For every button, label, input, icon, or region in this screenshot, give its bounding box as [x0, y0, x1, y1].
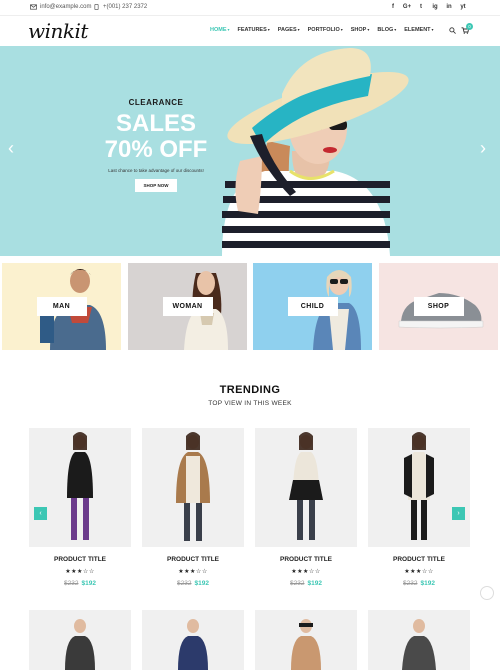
product-image[interactable]	[255, 610, 357, 670]
top-bar: info@example.com +(001) 237 2372 f G+ t …	[0, 0, 500, 16]
prev-slide-icon[interactable]: ‹	[8, 138, 14, 159]
nav-item-portfolio[interactable]: PORTFOLIO▾	[308, 27, 343, 33]
main-nav: HOME▾ FEATURES▾ PAGES▾ PORTFOLIO▾ SHOP▾ …	[210, 27, 434, 33]
product-new-price: $192	[194, 580, 209, 587]
product-card[interactable]: PRODUCT TITLE ★★★☆☆ $232 $192	[142, 428, 244, 587]
category-woman-label: WOMAN	[162, 297, 213, 316]
product-price: $232 $192	[29, 580, 131, 587]
category-man-label: MAN	[36, 297, 87, 316]
hero-model-image	[222, 48, 409, 256]
chevron-right-icon: ›	[457, 510, 460, 517]
product-title[interactable]: PRODUCT TITLE	[142, 556, 244, 563]
social-links: f G+ t ig in yt	[386, 3, 470, 12]
product-image[interactable]	[29, 428, 131, 547]
category-child[interactable]: CHILD	[253, 263, 372, 350]
cart-count-badge: 0	[466, 23, 473, 30]
product-image[interactable]	[255, 428, 357, 547]
category-woman[interactable]: WOMAN	[128, 263, 247, 350]
nav-item-shop[interactable]: SHOP▾	[351, 27, 370, 33]
nav-item-features[interactable]: FEATURES▾	[238, 27, 270, 33]
site-logo[interactable]: winkit	[28, 19, 88, 43]
product-image[interactable]	[368, 428, 470, 547]
product-image[interactable]	[142, 610, 244, 670]
product-model-image	[178, 619, 208, 670]
search-icon[interactable]	[449, 27, 456, 34]
product-new-price: $192	[420, 580, 435, 587]
product-card[interactable]: PRODUCT TITLE ★★★☆☆ $232 $192	[255, 428, 357, 587]
product-rating: ★★★☆☆	[65, 569, 95, 575]
carousel-prev-button[interactable]: ‹	[34, 507, 47, 520]
product-old-price: $232	[177, 580, 192, 587]
product-model-image	[176, 432, 210, 541]
site-header: winkit HOME▾ FEATURES▾ PAGES▾ PORTFOLIO▾…	[0, 16, 500, 46]
envelope-icon	[30, 4, 37, 10]
product-title[interactable]: PRODUCT TITLE	[29, 556, 131, 563]
nav-item-element[interactable]: ELEMENT▾	[404, 27, 433, 33]
facebook-icon[interactable]: f	[386, 3, 400, 12]
product-price: $232 $192	[142, 580, 244, 587]
carousel-next-button[interactable]: ›	[452, 507, 465, 520]
product-image[interactable]	[29, 610, 131, 670]
hero-subtitle: Last chance to take advantage of our dis…	[108, 168, 204, 173]
nav-item-blog[interactable]: BLOG▾	[377, 27, 396, 33]
category-man[interactable]: MAN	[2, 263, 121, 350]
hero-headline-sales: SALES	[115, 110, 196, 137]
product-rating: ★★★☆☆	[291, 569, 321, 575]
product-model-image	[291, 619, 321, 670]
phone-contact: +(001) 237 2372	[93, 4, 147, 10]
product-model-image	[67, 432, 93, 540]
hero-headline-discount: 70% OFF	[104, 136, 208, 163]
product-model-image	[404, 432, 434, 540]
product-image[interactable]	[142, 428, 244, 547]
nav-item-home[interactable]: HOME▾	[210, 27, 230, 33]
linkedin-icon[interactable]: in	[442, 3, 456, 12]
product-model-image	[402, 619, 436, 670]
phone-text: +(001) 237 2372	[103, 4, 148, 10]
product-model-image	[65, 619, 95, 670]
twitter-icon[interactable]: t	[414, 3, 428, 12]
email-text[interactable]: info@example.com	[40, 4, 91, 10]
trending-subtitle: TOP VIEW IN THIS WEEK	[208, 400, 292, 407]
phone-icon	[94, 4, 99, 10]
product-rating: ★★★☆☆	[404, 569, 434, 575]
shop-now-button[interactable]: SHOP NOW	[134, 179, 178, 192]
product-model-image	[289, 432, 323, 540]
google-plus-icon[interactable]: G+	[400, 3, 414, 12]
product-image[interactable]	[368, 610, 470, 670]
scroll-to-top-button[interactable]	[480, 586, 494, 600]
next-slide-icon[interactable]: ›	[480, 138, 486, 159]
product-old-price: $232	[403, 580, 418, 587]
product-old-price: $232	[290, 580, 305, 587]
instagram-icon[interactable]: ig	[428, 3, 442, 12]
product-new-price: $192	[81, 580, 96, 587]
trending-title: TRENDING	[219, 384, 281, 396]
hero-kicker: CLEARANCE	[128, 98, 184, 107]
product-rating: ★★★☆☆	[178, 569, 208, 575]
product-old-price: $232	[64, 580, 79, 587]
email-contact: info@example.com	[30, 4, 91, 10]
category-child-label: CHILD	[287, 297, 338, 316]
hero-caption: CLEARANCE SALES 70% OFF Last chance to t…	[96, 98, 216, 192]
chevron-left-icon: ‹	[39, 510, 42, 517]
youtube-icon[interactable]: yt	[456, 3, 470, 12]
product-price: $232 $192	[255, 580, 357, 587]
nav-item-pages[interactable]: PAGES▾	[278, 27, 300, 33]
category-shop-label: SHOP	[413, 297, 464, 316]
product-price: $232 $192	[368, 580, 470, 587]
product-title[interactable]: PRODUCT TITLE	[255, 556, 357, 563]
product-new-price: $192	[307, 580, 322, 587]
product-title[interactable]: PRODUCT TITLE	[368, 556, 470, 563]
hero-slider: CLEARANCE SALES 70% OFF Last chance to t…	[0, 46, 500, 256]
category-shop[interactable]: SHOP	[379, 263, 498, 350]
